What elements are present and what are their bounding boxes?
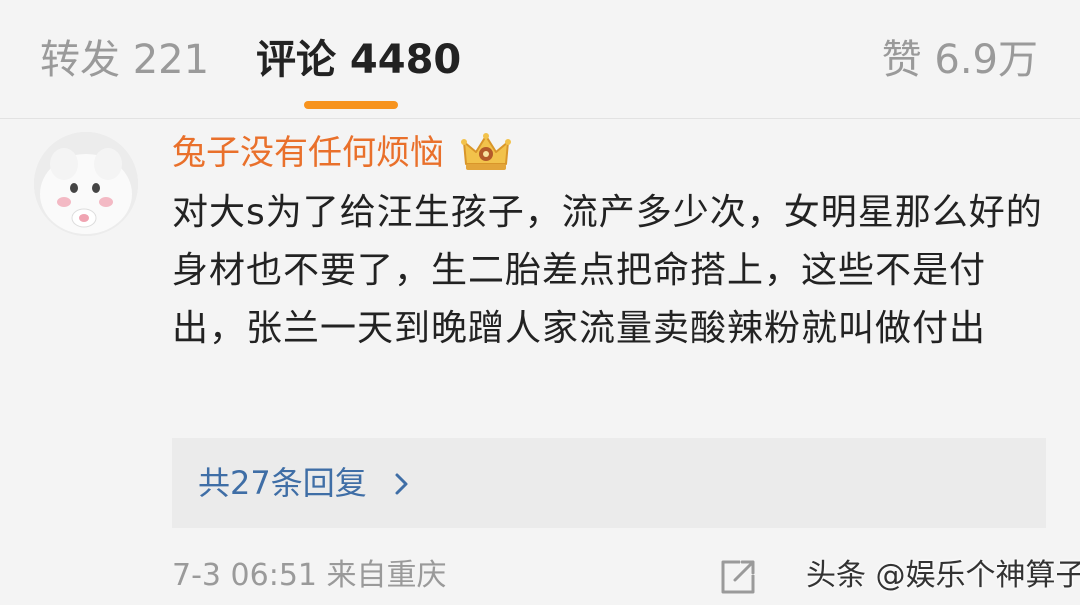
crown-icon: [460, 130, 512, 174]
active-tab-indicator: [304, 101, 398, 109]
comment-text: 对大s为了给汪生孩子，流产多少次，女明星那么好的身材也不要了，生二胎差点把命搭上…: [172, 192, 1043, 349]
avatar[interactable]: [34, 132, 138, 236]
replies-box[interactable]: 共27条回复: [172, 438, 1046, 528]
tab-like[interactable]: 赞 6.9万: [882, 30, 1038, 90]
comment-timestamp: 7-3 06:51 来自重庆: [172, 558, 447, 593]
tab-repost[interactable]: 转发 221: [40, 30, 209, 90]
watermark: 头条 @娱乐个神算子: [806, 558, 1080, 593]
replies-link[interactable]: 共27条回复: [198, 459, 367, 507]
username[interactable]: 兔子没有任何烦恼: [172, 130, 444, 176]
comment-tabs: 转发 221 评论 4480 赞 6.9万: [0, 0, 1080, 118]
tab-comment[interactable]: 评论 4480: [256, 30, 461, 90]
share-icon[interactable]: [718, 557, 758, 597]
divider: [0, 118, 1080, 119]
chevron-right-icon: [394, 472, 410, 496]
